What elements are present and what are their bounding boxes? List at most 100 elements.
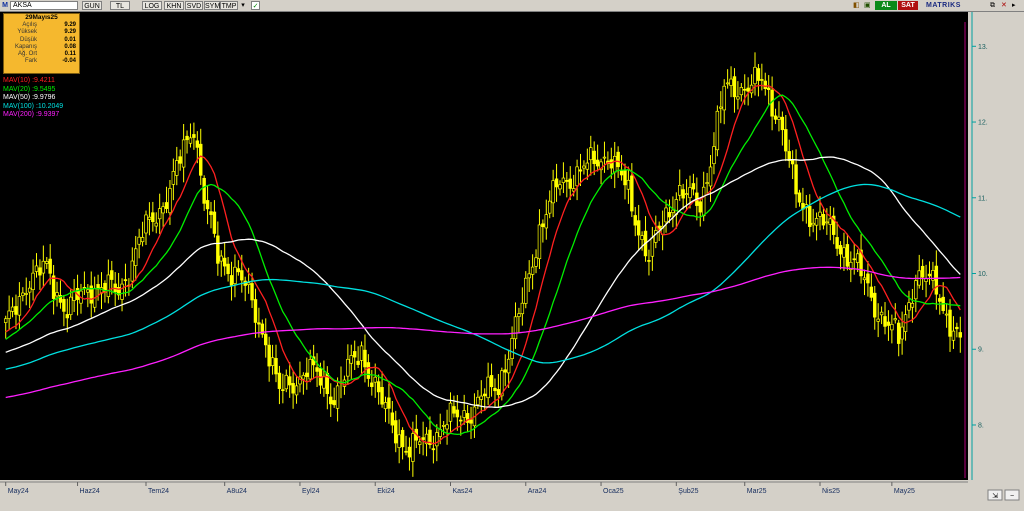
candle-body (363, 349, 367, 368)
x-tick-label: Nis25 (822, 488, 840, 495)
candle-body (222, 257, 227, 267)
legend-mav50[interactable]: MAV(50) :9.9796 (3, 94, 63, 103)
candle-body (486, 376, 490, 399)
candle-body (722, 85, 726, 111)
candle-body (404, 450, 408, 453)
checkbox-icon[interactable]: ✓ (251, 1, 260, 10)
close-icon[interactable]: ✕ (1001, 1, 1010, 10)
info-date: 29Mayıs25 (25, 14, 58, 21)
candle-body (400, 429, 405, 448)
candle-body (106, 274, 111, 297)
candle-body (68, 296, 73, 316)
dropdown-icon[interactable]: ▾ (239, 1, 247, 10)
legend-value: :9.5495 (32, 85, 56, 93)
price-chart[interactable]: 13. 12. 11. 10. 9. 8. May24 Haz24 Tem24 A8u24 Eyl… (0, 12, 1024, 506)
candle-body (736, 96, 740, 100)
x-tick-label: Mar25 (747, 488, 767, 495)
candle-body (513, 316, 518, 340)
candle-body (493, 387, 497, 392)
legend-value: :9.9796 (32, 94, 56, 101)
candle-body (667, 212, 672, 218)
candle-body (927, 273, 932, 277)
indicator-legend: MAV(10) :9.4211 MAV(20) :9.5495 MAV(50) … (3, 77, 63, 120)
candle-body (852, 258, 856, 261)
info-value-close: 0.08 (64, 43, 76, 50)
candle-body (938, 298, 942, 302)
candle-body (654, 230, 658, 243)
svd-button[interactable]: SVD (185, 1, 203, 10)
candle-body (766, 87, 771, 91)
candle-body (431, 448, 436, 451)
candle-body (554, 178, 559, 188)
sell-button[interactable]: SAT (898, 1, 918, 10)
candle-body (510, 338, 514, 360)
menu-icon[interactable]: M (1, 1, 9, 10)
khn-button[interactable]: KHN (164, 1, 184, 10)
candle-body (199, 143, 203, 176)
candle-body (417, 441, 422, 445)
candle-body (773, 115, 778, 120)
candle-body (934, 265, 939, 295)
candle-body (838, 245, 843, 255)
candle-body (876, 318, 880, 322)
candle-body (684, 193, 689, 195)
copy-icon[interactable]: ▣ (864, 1, 874, 10)
candle-body (322, 376, 326, 389)
candle-body (640, 235, 644, 240)
candle-body (489, 375, 494, 388)
x-tick-label: May24 (8, 488, 29, 495)
more-icon[interactable]: ▸ (1012, 1, 1021, 10)
y-tick-label: 13. (978, 44, 988, 51)
legend-mav20[interactable]: MAV(20) :9.5495 (3, 86, 63, 95)
settings-icon[interactable]: ◧ (853, 1, 863, 10)
candle-body (452, 406, 456, 414)
candle-body (842, 247, 846, 258)
candle-body (712, 146, 716, 165)
candle-body (578, 169, 583, 172)
candle-body (305, 372, 309, 377)
legend-mav200[interactable]: MAV(200) :9.9397 (3, 111, 63, 120)
candle-body (551, 180, 555, 204)
candle-body (862, 277, 867, 281)
candle-body (951, 330, 956, 341)
candle-body (294, 385, 299, 396)
candle-body (151, 212, 155, 223)
candle-body (329, 396, 333, 405)
sym-button[interactable]: SYM (204, 1, 220, 10)
template-button[interactable]: TMP (220, 1, 238, 10)
candle-body (130, 260, 135, 282)
log-button[interactable]: LOG (142, 1, 162, 10)
candle-body (10, 306, 15, 312)
candle-body (715, 110, 720, 151)
candle-body (366, 362, 371, 379)
candle-body (855, 253, 860, 263)
candle-body (784, 129, 788, 152)
symbol-input[interactable]: AKSA (10, 1, 78, 10)
candle-body (476, 396, 480, 405)
zoom-fit-icon: ⇲ (992, 492, 998, 500)
x-tick-label: Eyl24 (302, 488, 320, 495)
candle-body (38, 267, 42, 276)
candle-body (794, 164, 798, 195)
candle-body (17, 296, 22, 316)
candle-body (462, 410, 466, 418)
candle-body (544, 214, 549, 229)
legend-mav100[interactable]: MAV(100) :10.2049 (3, 103, 63, 112)
candle-body (866, 273, 870, 284)
buy-button[interactable]: AL (875, 1, 897, 10)
candle-body (202, 177, 206, 204)
restore-window-icon[interactable]: ⧉ (990, 1, 999, 10)
info-value-change: -0.04 (62, 58, 76, 65)
candle-body (691, 183, 696, 190)
chart-area[interactable]: 13. 12. 11. 10. 9. 8. May24 Haz24 Tem24 A8u24 Eyl… (0, 12, 1024, 506)
period-button[interactable]: GUN (82, 1, 102, 10)
legend-mav10[interactable]: MAV(10) :9.4211 (3, 77, 63, 86)
candle-body (616, 151, 620, 168)
candle-body (743, 88, 747, 91)
candle-body (236, 268, 241, 273)
candle-body (291, 383, 295, 394)
currency-button[interactable]: TL (110, 1, 130, 10)
candle-body (229, 275, 234, 286)
candle-body (45, 261, 49, 264)
candle-body (195, 140, 200, 148)
